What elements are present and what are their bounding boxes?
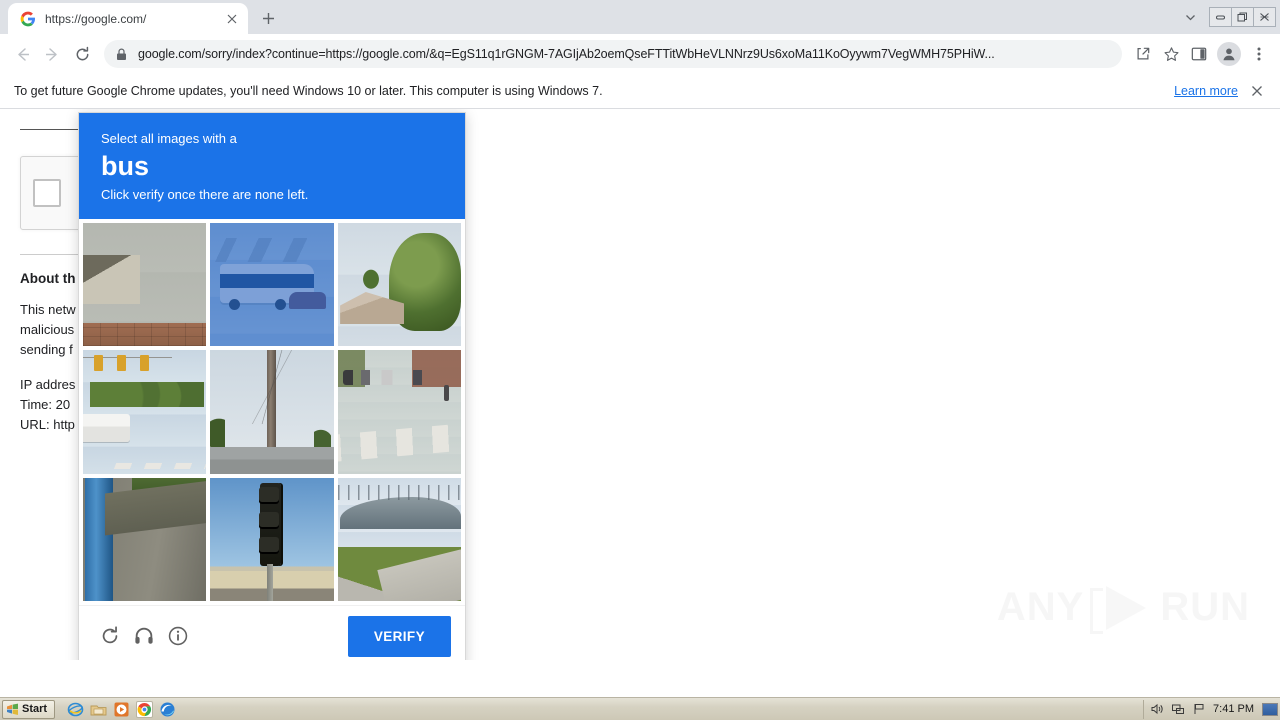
google-chrome-icon[interactable] bbox=[136, 700, 154, 718]
windows-flag-icon bbox=[6, 703, 19, 716]
bush-left bbox=[210, 414, 226, 464]
background-buildings bbox=[210, 237, 334, 263]
recaptcha-challenge-header: Select all images with a bus Click verif… bbox=[79, 113, 465, 219]
tile-image bbox=[337, 222, 461, 347]
restore-icon[interactable] bbox=[1231, 7, 1254, 27]
browser-tab[interactable]: https://google.com/ bbox=[8, 3, 248, 34]
tab-strip: https://google.com/ bbox=[0, 0, 1280, 34]
background-buildings bbox=[210, 571, 334, 601]
recaptcha-tile-5-utility-pole[interactable] bbox=[210, 350, 334, 474]
bus-wheels bbox=[225, 299, 311, 311]
address-bar[interactable]: google.com/sorry/index?continue=https://… bbox=[104, 40, 1122, 68]
internet-explorer-icon[interactable] bbox=[67, 701, 84, 718]
windows-taskbar: Start 7:41 PM bbox=[0, 697, 1280, 720]
media-player-icon[interactable] bbox=[113, 701, 130, 718]
new-tab-button[interactable] bbox=[254, 4, 282, 32]
tab-search-chevron-down-icon[interactable] bbox=[1176, 3, 1204, 31]
update-infobar: To get future Google Chrome updates, you… bbox=[0, 74, 1280, 109]
watermark-text-left: ANY bbox=[996, 585, 1085, 629]
learn-more-link[interactable]: Learn more bbox=[1174, 84, 1238, 98]
signal-lamps bbox=[258, 485, 281, 564]
system-tray: 7:41 PM bbox=[1143, 699, 1260, 719]
tile-image bbox=[210, 477, 334, 601]
anyrun-watermark: ANY RUN bbox=[996, 585, 1250, 634]
tab-strip-right-controls bbox=[1176, 0, 1280, 34]
star-icon[interactable] bbox=[1158, 41, 1184, 67]
show-desktop-icon[interactable] bbox=[1262, 702, 1278, 716]
reload-icon[interactable] bbox=[68, 40, 96, 68]
red-fence bbox=[210, 451, 334, 472]
recaptcha-image-grid bbox=[79, 218, 465, 605]
palm-tree bbox=[354, 259, 387, 292]
tree-line bbox=[90, 382, 204, 407]
infobar-message: To get future Google Chrome updates, you… bbox=[14, 84, 603, 98]
quick-launch-bar bbox=[67, 700, 176, 718]
verify-button[interactable]: VERIFY bbox=[347, 615, 451, 657]
tab-close-icon[interactable] bbox=[224, 11, 240, 27]
start-label: Start bbox=[22, 703, 48, 715]
challenge-target-object: bus bbox=[101, 150, 150, 181]
recaptcha-footer: VERIFY bbox=[79, 604, 465, 660]
power-lines bbox=[210, 350, 334, 425]
tab-title: https://google.com/ bbox=[45, 11, 147, 26]
close-icon[interactable] bbox=[1253, 7, 1276, 27]
recaptcha-tile-8-traffic-light[interactable] bbox=[210, 477, 334, 601]
page-content: About th This netw malicious sending f I… bbox=[0, 109, 1280, 660]
recaptcha-tile-1-house-block-wall[interactable] bbox=[83, 222, 207, 347]
back-arrow-left-icon[interactable] bbox=[8, 40, 36, 68]
recaptcha-reload-icon[interactable] bbox=[93, 619, 127, 653]
address-bar-url: google.com/sorry/index?continue=https://… bbox=[138, 47, 995, 61]
watermark-text-right: RUN bbox=[1160, 585, 1250, 629]
recaptcha-checkbox[interactable] bbox=[33, 179, 61, 207]
forward-arrow-right-icon[interactable] bbox=[38, 40, 66, 68]
anyrun-play-logo-icon bbox=[1090, 585, 1154, 634]
tile-image bbox=[337, 350, 461, 474]
minimize-icon[interactable] bbox=[1209, 7, 1232, 27]
traffic-signal-arm bbox=[83, 352, 172, 372]
bush-right bbox=[313, 426, 332, 464]
tile-image bbox=[210, 350, 334, 474]
infobar-close-icon[interactable] bbox=[1248, 82, 1266, 100]
start-button[interactable]: Start bbox=[2, 699, 56, 719]
recaptcha-tile-6-crosswalk-street[interactable] bbox=[337, 350, 461, 474]
recaptcha-info-icon[interactable] bbox=[161, 619, 195, 653]
tile-image bbox=[83, 350, 207, 474]
recaptcha-tile-4-white-bus-intersection[interactable] bbox=[83, 350, 207, 474]
action-center-flag-icon[interactable] bbox=[1192, 702, 1206, 716]
recaptcha-tile-7-blue-lamp-post[interactable] bbox=[83, 477, 207, 601]
avatar-icon[interactable] bbox=[1217, 42, 1241, 66]
three-dot-menu-icon[interactable] bbox=[1246, 41, 1272, 67]
recaptcha-tile-9-highway-overpass[interactable] bbox=[337, 477, 461, 601]
tile-image bbox=[83, 477, 207, 601]
recaptcha-tile-2-blue-coach-bus[interactable] bbox=[210, 222, 334, 347]
recaptcha-tile-3-house-with-trees[interactable] bbox=[337, 222, 461, 347]
pedestrian bbox=[443, 384, 449, 401]
challenge-instruction-suffix: Click verify once there are none left. bbox=[101, 187, 309, 203]
tile-image bbox=[210, 222, 334, 347]
browser-window: https://google.com/ google.com/sorry/ind… bbox=[0, 0, 1280, 697]
google-g-icon bbox=[20, 11, 36, 27]
window-controls bbox=[1209, 6, 1276, 28]
recaptcha-image-challenge: Select all images with a bus Click verif… bbox=[78, 112, 466, 660]
network-icon[interactable] bbox=[1171, 702, 1185, 716]
side-panel-icon[interactable] bbox=[1186, 41, 1212, 67]
recaptcha-headphones-icon[interactable] bbox=[127, 619, 161, 653]
parked-cars bbox=[342, 370, 457, 385]
browser-toolbar: google.com/sorry/index?continue=https://… bbox=[0, 34, 1280, 74]
tile-image bbox=[83, 222, 207, 347]
share-icon[interactable] bbox=[1130, 41, 1156, 67]
volume-icon[interactable] bbox=[1150, 702, 1164, 716]
tile-image bbox=[337, 477, 461, 601]
clock-time[interactable]: 7:41 PM bbox=[1213, 703, 1254, 715]
challenge-instruction-prefix: Select all images with a bbox=[101, 131, 237, 146]
file-explorer-icon[interactable] bbox=[90, 701, 107, 718]
lock-icon bbox=[116, 48, 128, 61]
hedge bbox=[132, 477, 207, 498]
microsoft-edge-icon[interactable] bbox=[159, 701, 176, 718]
